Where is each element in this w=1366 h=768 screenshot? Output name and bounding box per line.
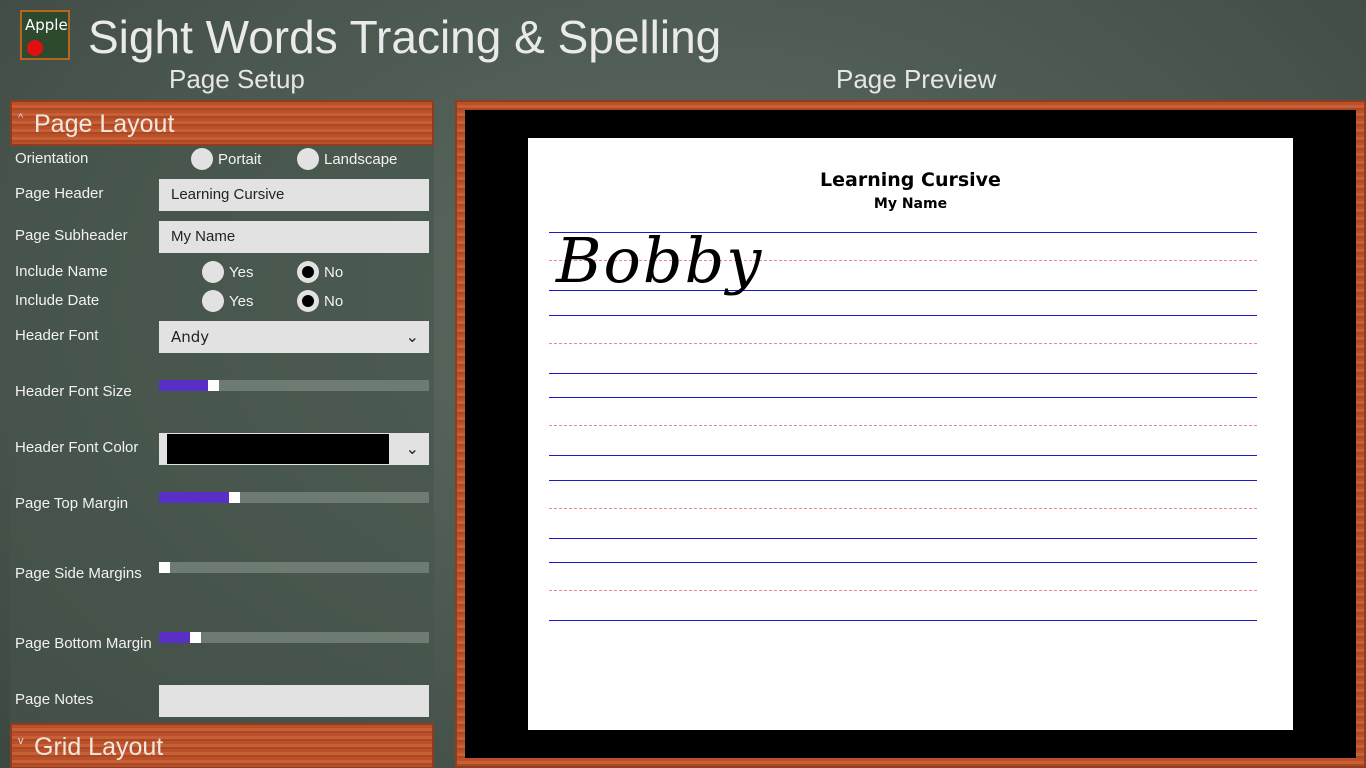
header-font-label: Header Font [15,327,99,344]
slider-thumb[interactable] [159,562,170,573]
guide-line [549,315,1257,316]
color-swatch [167,434,389,464]
page-side-margins-slider[interactable] [159,562,429,573]
page-bottom-margin-slider[interactable] [159,632,429,643]
page-notes-input[interactable] [159,685,429,717]
app-title: Sight Words Tracing & Spelling [88,11,722,63]
orientation-label: Orientation [15,150,89,167]
grid-layout-section-header[interactable]: v Grid Layout [10,723,434,768]
page-top-margin-slider[interactable] [159,492,429,503]
portrait-label: Portait [218,151,262,168]
chevron-down-icon: ⌄ [405,327,419,346]
preview-page-subheader: My Name [873,196,948,212]
chevron-up-icon: ^ [18,112,24,124]
midline-guide [549,508,1257,509]
app-logo: Apple [20,10,70,60]
guide-line [549,620,1257,621]
page-bottom-margin-label: Page Bottom Margin [15,635,152,652]
header-font-size-slider[interactable] [159,380,429,391]
chevron-down-icon: ⌄ [405,441,419,458]
include-date-no-radio[interactable] [297,290,319,312]
page-layout-section-header[interactable]: ^ Page Layout [10,100,434,146]
midline-guide [549,590,1257,591]
apple-icon [27,40,43,56]
page-side-margins-label: Page Side Margins [15,565,142,582]
guide-line [549,538,1257,539]
no-label: No [324,293,344,310]
include-name-yes-radio[interactable] [202,261,224,283]
preview-page: Learning Cursive My Name Bobby [528,138,1293,730]
yes-label: Yes [229,293,254,310]
page-preview-heading: Page Preview [836,64,997,94]
header-font-size-label: Header Font Size [15,383,132,400]
chevron-down-icon: v [18,735,24,747]
orientation-landscape-radio[interactable] [297,148,319,170]
guide-line [549,562,1257,563]
page-header-label: Page Header [15,185,104,202]
yes-label: Yes [229,264,254,281]
midline-guide [549,425,1257,426]
page-subheader-label: Page Subheader [15,227,128,244]
guide-line [549,455,1257,456]
slider-thumb[interactable] [190,632,202,643]
header-font-color-label: Header Font Color [15,439,139,456]
preview-page-header: Learning Cursive [820,169,1001,191]
include-name-label: Include Name [15,263,108,280]
guide-line [549,480,1257,481]
guide-line [549,373,1257,374]
slider-thumb[interactable] [228,492,240,503]
page-notes-label: Page Notes [15,691,94,708]
traced-word: Bobby [556,224,764,297]
no-label: No [324,264,344,281]
page-setup-heading: Page Setup [169,64,305,94]
orientation-portrait-radio[interactable] [191,148,213,170]
header-font-color-select[interactable]: ⌄ [159,433,429,465]
landscape-label: Landscape [324,151,398,168]
page-header-input[interactable]: Learning Cursive [159,179,429,211]
guide-line [549,397,1257,398]
slider-thumb[interactable] [208,380,220,391]
header-font-value: Andy [171,328,210,346]
include-date-label: Include Date [15,292,100,309]
midline-guide [549,343,1257,344]
include-name-no-radio[interactable] [297,261,319,283]
include-date-yes-radio[interactable] [202,290,224,312]
page-top-margin-label: Page Top Margin [15,495,129,512]
page-setup-panel: ^ Page Layout Orientation Portait Landsca… [10,100,434,768]
page-subheader-input[interactable]: My Name [159,221,429,253]
header-font-select[interactable]: Andy ⌄ [159,321,429,353]
